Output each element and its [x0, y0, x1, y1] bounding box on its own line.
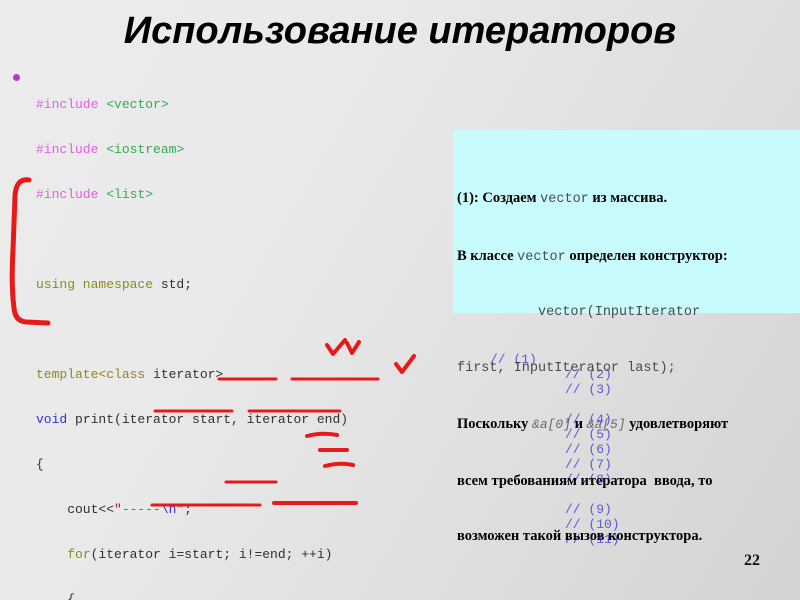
code-line: cout<<"-----\n";: [36, 502, 193, 517]
info-line-3: vector(InputIterator: [457, 305, 701, 320]
code-line: void print(iterator start, iterator end): [36, 412, 349, 427]
code-line: for(iterator i=start; i!=end; ++i): [67, 547, 333, 562]
code-line: template<class iterator>: [36, 367, 224, 382]
code-line: #include <list>: [36, 187, 154, 202]
info-line-2: В классе vector определен конструктор:: [457, 247, 728, 265]
code-line: #include <vector>: [36, 97, 169, 112]
info-line-1: (1): Создаем vector из массива.: [457, 190, 668, 207]
info-line-6: всем требованиям итератора ввода, то: [457, 472, 713, 489]
code-line: {: [36, 592, 76, 600]
page-title: Использование итераторов: [123, 10, 677, 52]
page-number: 22: [744, 552, 760, 569]
info-callout: (1): Создаем vector из массива. В классе…: [453, 130, 800, 544]
code-line: #include <iostream>: [36, 142, 185, 157]
code-line: {: [36, 457, 44, 472]
code-line: using namespace std;: [36, 277, 193, 292]
info-line-4: first, InputIterator last);: [457, 360, 676, 376]
check-vector-ctor-icon: [394, 354, 416, 374]
info-line-5: Поскольку &a[0] и &a[5] удовлетворяют: [457, 416, 729, 432]
bullet-dot-icon: [13, 74, 20, 81]
info-line-7: возможен такой вызов конструктора.: [457, 528, 703, 544]
code-listing: #include <vector> #include <iostream> #i…: [36, 67, 395, 600]
